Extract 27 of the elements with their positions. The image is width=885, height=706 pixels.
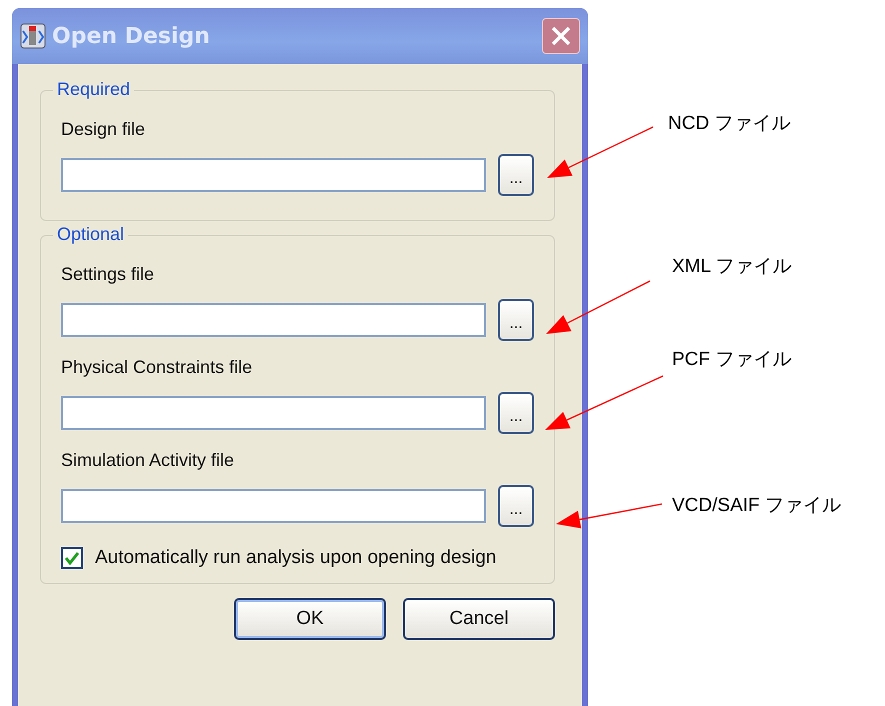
file-path-field[interactable] [61,158,486,192]
checkbox[interactable] [61,547,83,569]
app-icon [20,23,46,49]
field-label: Physical Constraints file [61,357,254,378]
file-path-field[interactable] [61,396,486,430]
annotation-label: XML ファイル [672,255,792,279]
file-path-field[interactable] [61,489,486,523]
close-button[interactable] [542,18,580,54]
dialog-button[interactable]: Cancel [403,598,555,640]
field-label: Settings file [61,264,156,285]
browse-button[interactable]: ... [498,392,534,434]
field-label: Simulation Activity file [61,450,236,471]
group-legend: Required [53,79,134,100]
annotation-label: PCF ファイル [672,348,792,372]
file-path-field[interactable] [61,303,486,337]
close-icon [550,25,572,47]
annotation-label: NCD ファイル [668,112,790,136]
browse-button[interactable]: ... [498,154,534,196]
dialog-button[interactable]: OK [234,598,386,640]
browse-button[interactable]: ... [498,485,534,527]
annotation-label: VCD/SAIF ファイル [672,494,841,518]
window-title: Open Design [52,24,211,48]
group-legend: Optional [53,224,128,245]
field-label: Design file [61,119,146,140]
check-icon [64,550,80,566]
checkbox-label: Automatically run analysis upon opening design [95,547,496,569]
browse-button[interactable]: ... [498,299,534,341]
